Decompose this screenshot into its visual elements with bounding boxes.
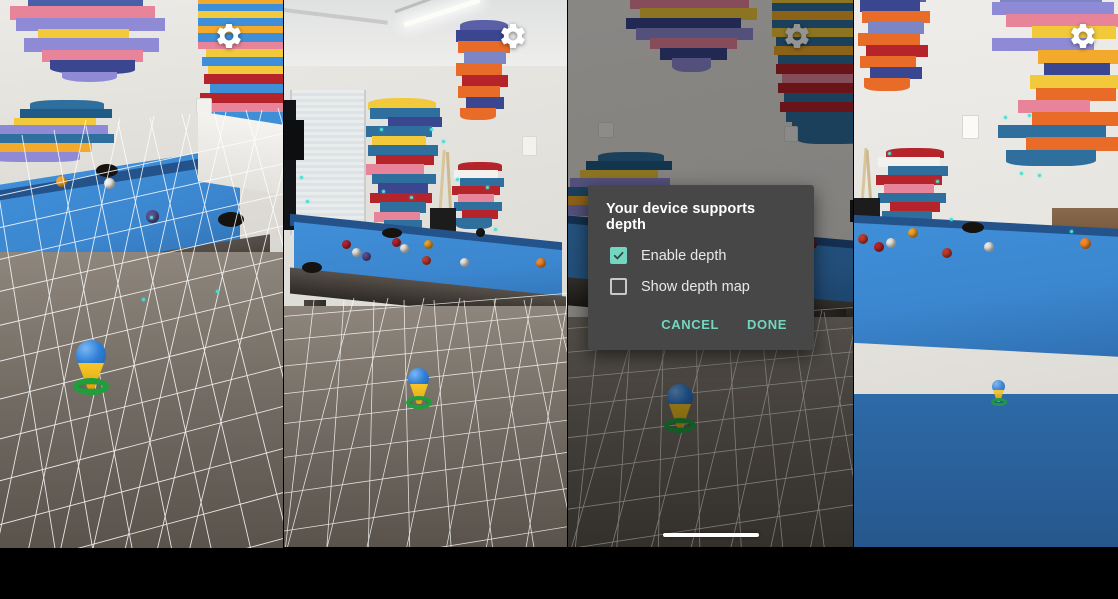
pool-ball: [400, 244, 409, 253]
pool-ball: [342, 240, 351, 249]
ar-camera-feed-2: [284, 0, 567, 547]
gear-icon[interactable]: [1067, 20, 1099, 52]
show-depth-map-row[interactable]: Show depth map: [610, 278, 796, 295]
pool-ball: [886, 238, 896, 248]
pool-table-pocket: [218, 212, 244, 227]
ar-feature-point: [216, 290, 219, 293]
pool-ball: [422, 256, 431, 265]
marker-torus: [73, 378, 109, 395]
pool-ball: [476, 228, 485, 237]
ar-camera-feed-4: [854, 0, 1118, 547]
enable-depth-row[interactable]: Enable depth: [610, 247, 796, 264]
screenshot-root: Your device supports depth Enable depth …: [0, 0, 1118, 599]
depth-settings-dialog: Your device supports depth Enable depth …: [588, 185, 814, 350]
ar-anchor-marker: [70, 340, 112, 396]
wall-art-blob: [858, 0, 930, 92]
wall-art-blob: [0, 0, 165, 104]
gear-icon[interactable]: [497, 20, 529, 52]
ar-feature-point: [300, 176, 303, 179]
pool-table-pocket: [302, 262, 322, 273]
show-depth-map-checkbox[interactable]: [610, 278, 627, 295]
ar-feature-point: [1028, 114, 1031, 117]
ar-camera-feed-1: [0, 0, 283, 548]
pool-ball: [536, 258, 546, 268]
ar-feature-point: [442, 140, 445, 143]
panel-view-2[interactable]: [284, 0, 567, 547]
pool-ball: [942, 248, 952, 258]
ar-anchor-marker: [990, 380, 1008, 406]
ar-feature-point: [410, 196, 413, 199]
wall-art-blob: [992, 0, 1118, 170]
ar-feature-point: [306, 200, 309, 203]
pool-ball: [858, 234, 868, 244]
room-monitor: [284, 120, 304, 160]
panel-view-4[interactable]: [854, 0, 1118, 547]
pool-ball: [424, 240, 433, 249]
ar-feature-point: [382, 190, 385, 193]
ar-feature-point: [380, 128, 383, 131]
ar-feature-point: [888, 152, 891, 155]
pool-ball: [1080, 238, 1091, 249]
glass-partition: [290, 90, 366, 235]
cancel-button[interactable]: CANCEL: [652, 309, 728, 340]
pool-ball: [352, 248, 361, 257]
ar-feature-point: [486, 186, 489, 189]
marker-torus: [991, 398, 1007, 406]
enable-depth-label: Enable depth: [641, 247, 727, 264]
enable-depth-checkbox[interactable]: [610, 247, 627, 264]
ar-feature-point: [1004, 116, 1007, 119]
pool-ball: [908, 228, 918, 238]
marker-torus: [406, 396, 432, 409]
dialog-actions: CANCEL DONE: [606, 309, 796, 340]
show-depth-map-label: Show depth map: [641, 278, 750, 295]
wall-notice-sign: [962, 115, 979, 139]
pool-ball: [362, 252, 371, 261]
pool-ball: [56, 176, 67, 187]
wall-art-blob: [876, 148, 948, 223]
room-floor: [0, 252, 283, 548]
pool-table-pocket: [382, 228, 402, 238]
pool-ball: [984, 242, 994, 252]
ar-feature-point: [142, 298, 145, 301]
wall-art-blob: [452, 162, 504, 230]
ar-anchor-marker: [404, 368, 434, 410]
ar-feature-point: [456, 178, 459, 181]
room-floor: [854, 393, 1118, 547]
ar-feature-point: [430, 128, 433, 131]
check-icon: [613, 251, 624, 260]
pool-ball: [874, 242, 884, 252]
wall-art-blob: [0, 100, 116, 170]
ar-feature-point: [1038, 174, 1041, 177]
dialog-title: Your device supports depth: [606, 201, 756, 233]
ar-feature-point: [1020, 172, 1023, 175]
ar-camera-feed-3: Your device supports depth Enable depth …: [568, 0, 853, 547]
ar-feature-point: [494, 228, 497, 231]
panel-view-3[interactable]: Your device supports depth Enable depth …: [568, 0, 853, 547]
system-navigation-bar: [0, 548, 1118, 599]
pool-ball: [460, 258, 469, 267]
ar-feature-point: [150, 216, 153, 219]
ar-feature-point: [936, 180, 939, 183]
ar-feature-point: [950, 218, 953, 221]
done-button[interactable]: DONE: [738, 309, 796, 340]
gear-icon[interactable]: [213, 20, 245, 52]
home-indicator-bar[interactable]: [662, 533, 759, 537]
pool-table-pocket: [96, 164, 118, 177]
panel-view-1[interactable]: [0, 0, 283, 548]
pool-table-pocket: [962, 222, 984, 233]
ar-feature-point: [1070, 230, 1073, 233]
pool-ball: [104, 178, 115, 189]
wall-switch-plate: [522, 136, 537, 156]
room-floor: [284, 306, 567, 547]
